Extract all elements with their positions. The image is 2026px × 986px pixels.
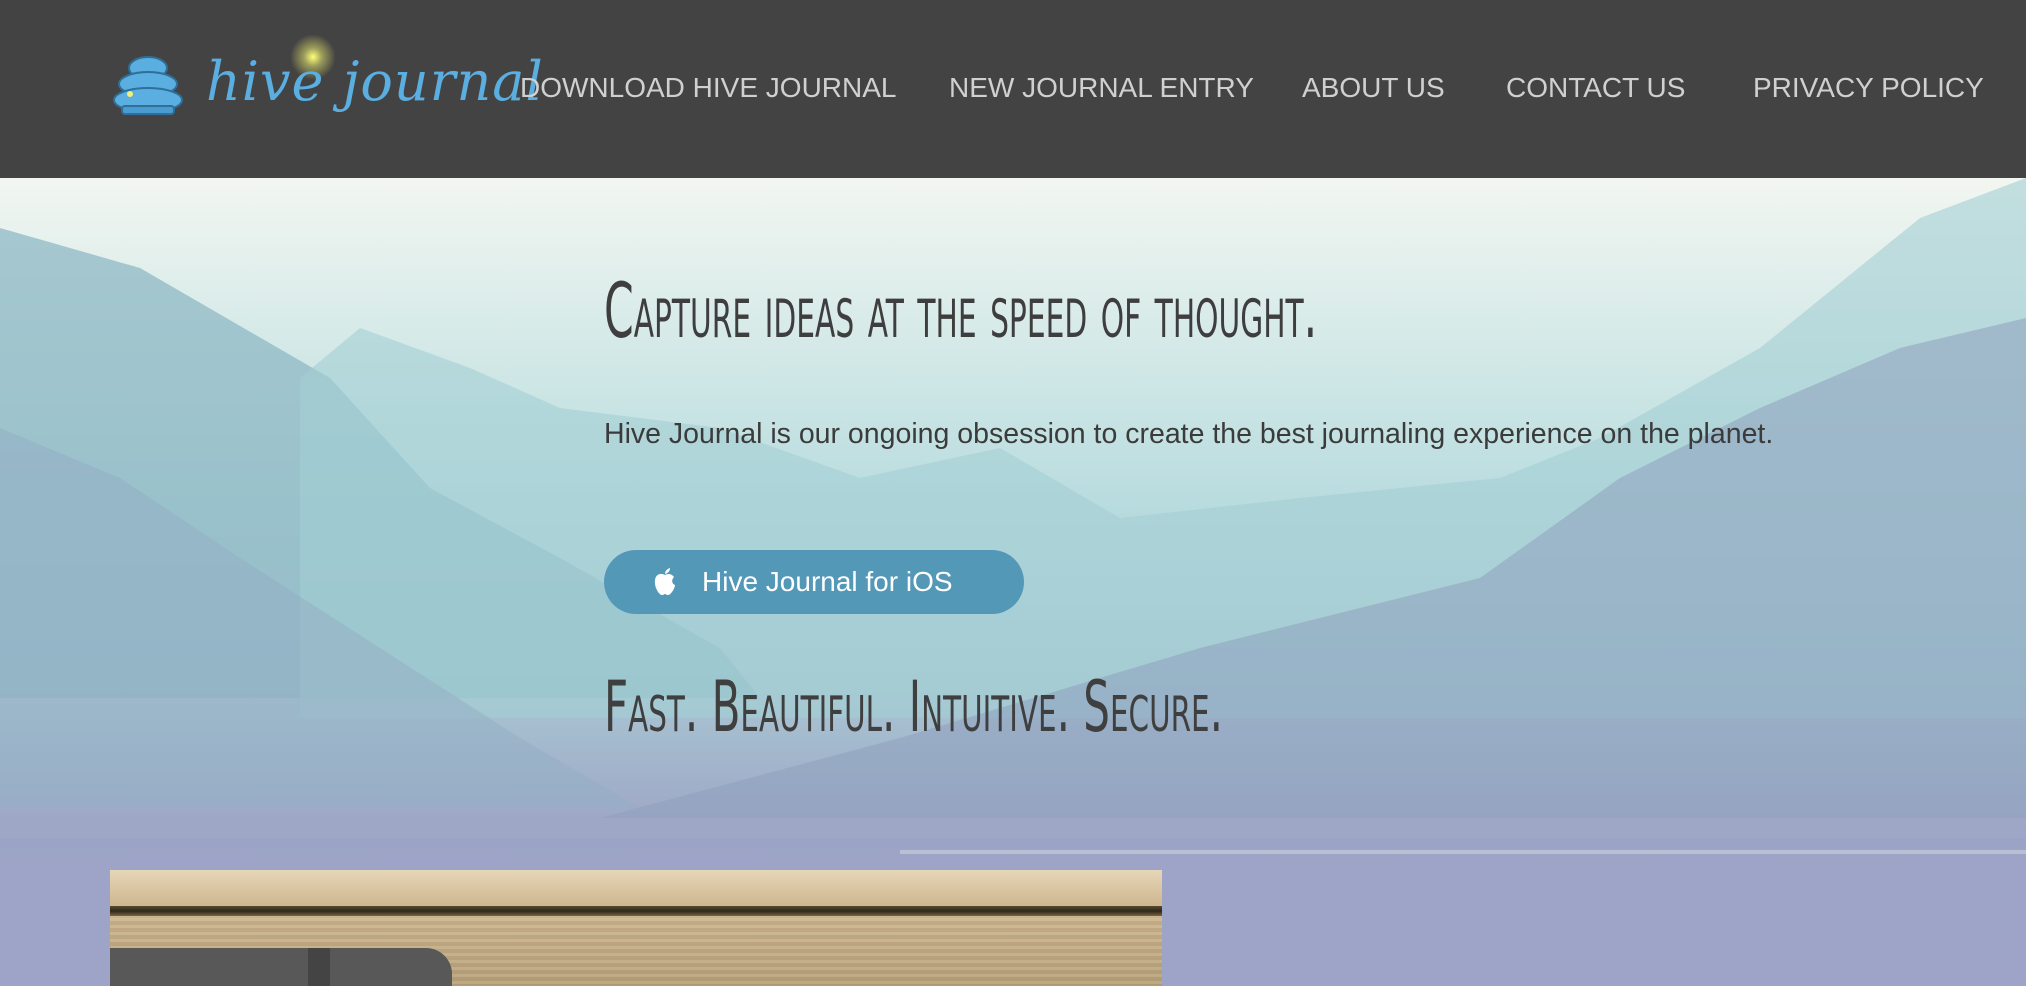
main-nav: DOWNLOAD HIVE JOURNAL NEW JOURNAL ENTRY … xyxy=(0,72,2026,112)
nav-contact-us[interactable]: CONTACT US xyxy=(1506,72,1685,104)
nav-about-us[interactable]: ABOUT US xyxy=(1302,72,1445,104)
wood-crack xyxy=(110,906,1162,916)
hero-headline: Capture ideas at the speed of thought. xyxy=(604,266,1318,355)
journal-photo xyxy=(110,870,1162,986)
hero-section: Capture ideas at the speed of thought. H… xyxy=(0,178,2026,986)
site-header: hive journal DOWNLOAD HIVE JOURNAL NEW J… xyxy=(0,0,2026,178)
ios-button-label: Hive Journal for iOS xyxy=(702,566,953,597)
hero-intro: Hive Journal is our ongoing obsession to… xyxy=(604,418,1774,450)
download-ios-button[interactable]: Hive Journal for iOS xyxy=(604,550,1024,614)
apple-icon xyxy=(654,568,675,595)
nav-download-hive-journal[interactable]: DOWNLOAD HIVE JOURNAL xyxy=(520,72,897,104)
nav-privacy-policy[interactable]: PRIVACY POLICY xyxy=(1753,72,1984,104)
notebook-band xyxy=(308,948,330,986)
hero-tagline: Fast. Beautiful. Intuitive. Secure. xyxy=(604,666,1223,748)
notebook-image xyxy=(110,948,452,986)
nav-new-journal-entry[interactable]: NEW JOURNAL ENTRY xyxy=(949,72,1254,104)
